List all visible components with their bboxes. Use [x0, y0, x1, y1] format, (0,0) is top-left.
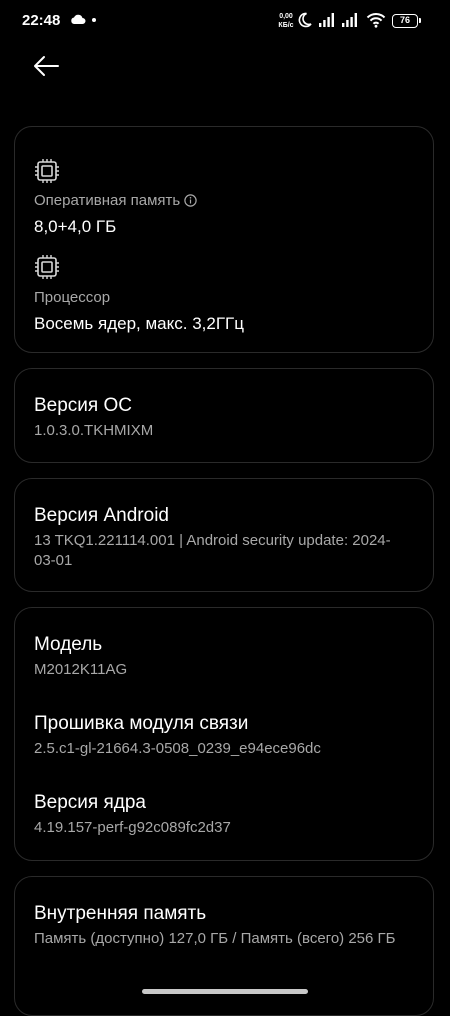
- back-button[interactable]: [26, 48, 66, 84]
- ram-label: Оперативная память: [34, 192, 197, 209]
- model-title: Модель: [34, 634, 103, 655]
- cloud-icon: [71, 14, 86, 24]
- back-arrow-icon: [34, 56, 59, 76]
- battery-indicator: 76: [392, 14, 421, 28]
- storage-value: Память (доступно) 127,0 ГБ / Память (все…: [34, 930, 396, 947]
- ram-value: 8,0+4,0 ГБ: [34, 217, 117, 236]
- android-version-card[interactable]: Версия Android 13 TKQ1.221114.001 | Andr…: [14, 478, 434, 592]
- processor-chip-icon: [35, 255, 59, 279]
- kernel-title: Версия ядра: [34, 792, 146, 813]
- notification-dot-icon: [92, 18, 96, 22]
- baseband-value: 2.5.c1-gl-21664.3-0508_0239_e94ece96dc: [34, 740, 321, 757]
- android-version-value: 13 TKQ1.221114.001 | Android security up…: [34, 532, 391, 569]
- device-info-card: Модель M2012K11AG Прошивка модуля связи …: [14, 607, 434, 861]
- battery-level: 76: [399, 15, 410, 25]
- moon-icon: [298, 12, 312, 28]
- model-value: M2012K11AG: [34, 661, 128, 678]
- cpu-label: Процессор: [34, 289, 111, 306]
- wifi-icon: [366, 13, 386, 28]
- status-bar: 22:48 0,00 КБ/с 76: [0, 0, 450, 44]
- network-speed-value: 0,00: [279, 13, 293, 20]
- home-indicator[interactable]: [142, 989, 308, 994]
- os-version-value: 1.0.3.0.TKHMIXM: [34, 422, 154, 439]
- baseband-title: Прошивка модуля связи: [34, 713, 249, 734]
- signal-icon: [319, 13, 334, 27]
- android-version-title: Версия Android: [34, 505, 169, 526]
- hardware-specs-card: Оперативная память 8,0+4,0 ГБ Процессор …: [14, 126, 434, 353]
- cpu-value: Восемь ядер, макс. 3,2ГГц: [34, 314, 244, 333]
- os-version-card[interactable]: Версия ОС 1.0.3.0.TKHMIXM: [14, 368, 434, 463]
- ram-label-text: Оперативная память: [34, 192, 181, 209]
- memory-chip-icon: [35, 159, 59, 183]
- status-time: 22:48: [22, 12, 61, 29]
- network-speed-unit: КБ/с: [278, 22, 294, 29]
- kernel-value: 4.19.157-perf-g92c089fc2d37: [34, 819, 231, 836]
- signal-icon: [342, 13, 357, 27]
- info-icon[interactable]: [184, 194, 197, 207]
- storage-title: Внутренняя память: [34, 903, 207, 924]
- os-version-title: Версия ОС: [34, 395, 132, 416]
- network-speed: 0,00 КБ/с: [276, 12, 296, 30]
- storage-card[interactable]: Внутренняя память Память (доступно) 127,…: [14, 876, 434, 1016]
